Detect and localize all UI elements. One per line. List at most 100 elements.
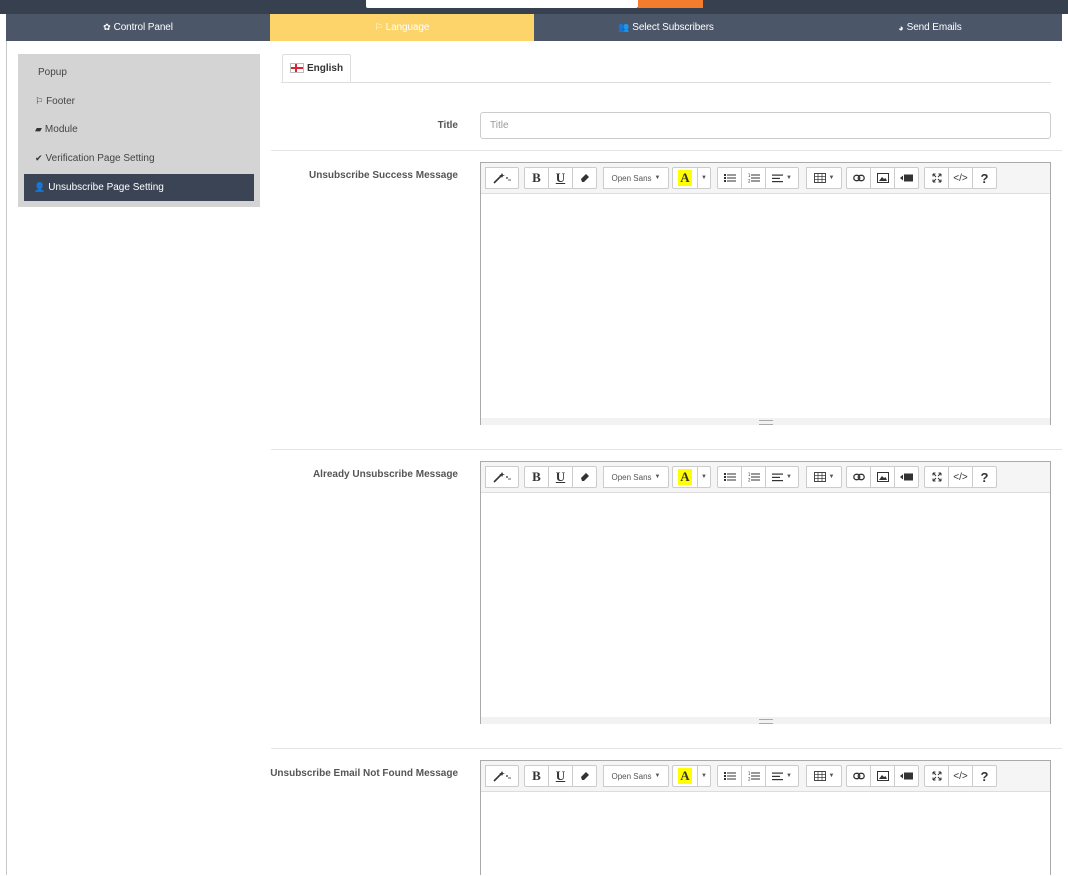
main-nav: ✿ Control Panel ⚐ Language 👥 Select Subs… — [6, 14, 1062, 41]
language-icon: ⚐ — [374, 22, 383, 32]
svg-text:1: 1 — [748, 173, 751, 178]
unsubscribe-success-label: Unsubscribe Success Message — [309, 170, 458, 181]
color-dropdown-icon[interactable]: ▼ — [697, 167, 711, 189]
help-icon[interactable]: ? — [972, 765, 997, 787]
fullscreen-icon[interactable] — [924, 167, 949, 189]
magic-icon[interactable] — [485, 765, 519, 787]
editor-resize-handle[interactable] — [481, 418, 1050, 425]
page-border — [6, 41, 7, 875]
title-label: Title — [437, 120, 458, 131]
color-dropdown-icon[interactable]: ▼ — [697, 765, 711, 787]
ordered-list-icon[interactable]: 12 — [741, 765, 766, 787]
link-icon[interactable] — [846, 466, 871, 488]
video-icon[interactable] — [894, 466, 919, 488]
ordered-list-icon[interactable]: 12 — [741, 466, 766, 488]
editor-email-not-found: B U Open Sans ▼ A ▼ 12 ▼ ▼ </> ? — [480, 760, 1051, 875]
font-color-icon[interactable]: A — [672, 167, 698, 189]
chevron-down-icon: ▼ — [654, 474, 661, 480]
link-icon[interactable] — [846, 765, 871, 787]
eraser-icon[interactable] — [572, 167, 597, 189]
tab-send-emails[interactable]: ◕ Send Emails — [798, 14, 1062, 41]
eraser-icon[interactable] — [572, 765, 597, 787]
top-header — [0, 0, 1068, 14]
unordered-list-icon[interactable] — [717, 167, 742, 189]
underline-icon[interactable]: U — [548, 466, 573, 488]
editor-resize-handle[interactable] — [481, 717, 1050, 724]
underline-icon[interactable]: U — [548, 765, 573, 787]
tab-select-subscribers[interactable]: 👥 Select Subscribers — [534, 14, 798, 41]
bold-icon[interactable]: B — [524, 765, 549, 787]
sidebar-item-verification-page-setting[interactable]: ✔ Verification Page Setting — [24, 145, 254, 172]
sidebar-item-label: Unsubscribe Page Setting — [48, 182, 164, 193]
align-dropdown-icon[interactable]: ▼ — [765, 466, 799, 488]
font-family-dropdown[interactable]: Open Sans ▼ — [603, 466, 669, 488]
help-icon[interactable]: ? — [972, 167, 997, 189]
image-icon[interactable] — [870, 167, 895, 189]
sidebar-item-module[interactable]: ▰ Module — [24, 116, 254, 143]
editor-toolbar: B U Open Sans ▼ A ▼ 12 ▼ ▼ </> ? — [481, 462, 1050, 493]
unordered-list-icon[interactable] — [717, 466, 742, 488]
gear-icon: ✿ — [103, 22, 111, 32]
font-family-label: Open Sans — [611, 173, 652, 183]
title-input[interactable] — [480, 112, 1051, 139]
tab-control-panel[interactable]: ✿ Control Panel — [6, 14, 270, 41]
editor-content-area[interactable] — [481, 792, 1050, 876]
bold-icon[interactable]: B — [524, 167, 549, 189]
ordered-list-icon[interactable]: 12 — [741, 167, 766, 189]
fullscreen-icon[interactable] — [924, 466, 949, 488]
fullscreen-icon[interactable] — [924, 765, 949, 787]
chevron-down-icon: ▼ — [654, 773, 661, 779]
magic-icon[interactable] — [485, 466, 519, 488]
font-family-dropdown[interactable]: Open Sans ▼ — [603, 765, 669, 787]
code-view-icon[interactable]: </> — [948, 765, 973, 787]
uk-flag-icon — [289, 63, 304, 73]
sidebar-item-footer[interactable]: ⚐ Footer — [24, 88, 254, 115]
top-search-input[interactable] — [366, 0, 638, 8]
dashboard-icon: ◕ — [898, 22, 904, 33]
font-color-icon[interactable]: A — [672, 765, 698, 787]
flag-icon: ⚐ — [35, 96, 44, 106]
divider — [271, 449, 1062, 450]
sidebar-item-unsubscribe-page-setting[interactable]: 👤 Unsubscribe Page Setting — [24, 174, 254, 201]
font-family-dropdown[interactable]: Open Sans ▼ — [603, 167, 669, 189]
link-icon[interactable] — [846, 167, 871, 189]
svg-text:1: 1 — [748, 771, 751, 776]
bold-icon[interactable]: B — [524, 466, 549, 488]
language-tab-label: English — [306, 62, 344, 74]
top-search-button[interactable] — [638, 0, 703, 8]
sidebar-item-popup[interactable]: Popup — [24, 59, 254, 86]
eraser-icon[interactable] — [572, 466, 597, 488]
help-icon[interactable]: ? — [972, 466, 997, 488]
sidebar-item-label: Footer — [46, 96, 75, 107]
tab-english[interactable]: English — [282, 54, 351, 82]
editor-content-area[interactable] — [481, 493, 1050, 724]
align-dropdown-icon[interactable]: ▼ — [765, 167, 799, 189]
image-icon[interactable] — [870, 765, 895, 787]
image-icon[interactable] — [870, 466, 895, 488]
editor-content-area[interactable] — [481, 194, 1050, 425]
color-dropdown-icon[interactable]: ▼ — [697, 466, 711, 488]
table-icon[interactable]: ▼ — [806, 466, 842, 488]
editor-already-unsubscribe: B U Open Sans ▼ A ▼ 12 ▼ ▼ </> ? — [480, 461, 1051, 724]
code-view-icon[interactable]: </> — [948, 466, 973, 488]
sidebar-item-label: Popup — [38, 67, 67, 78]
align-dropdown-icon[interactable]: ▼ — [765, 765, 799, 787]
underline-icon[interactable]: U — [548, 167, 573, 189]
font-color-icon[interactable]: A — [672, 466, 698, 488]
code-view-icon[interactable]: </> — [948, 167, 973, 189]
tab-language[interactable]: ⚐ Language — [270, 14, 534, 41]
unordered-list-icon[interactable] — [717, 765, 742, 787]
svg-text:2: 2 — [748, 478, 751, 483]
svg-text:2: 2 — [748, 179, 751, 184]
email-not-found-label: Unsubscribe Email Not Found Message — [270, 768, 458, 779]
video-icon[interactable] — [894, 167, 919, 189]
tab-label: Select Subscribers — [632, 22, 714, 33]
table-icon[interactable]: ▼ — [806, 167, 842, 189]
font-family-label: Open Sans — [611, 771, 652, 781]
font-family-label: Open Sans — [611, 472, 652, 482]
user-remove-icon: 👤 — [34, 182, 46, 192]
magic-icon[interactable] — [485, 167, 519, 189]
video-icon[interactable] — [894, 765, 919, 787]
table-icon[interactable]: ▼ — [806, 765, 842, 787]
chevron-down-icon: ▼ — [654, 175, 661, 181]
